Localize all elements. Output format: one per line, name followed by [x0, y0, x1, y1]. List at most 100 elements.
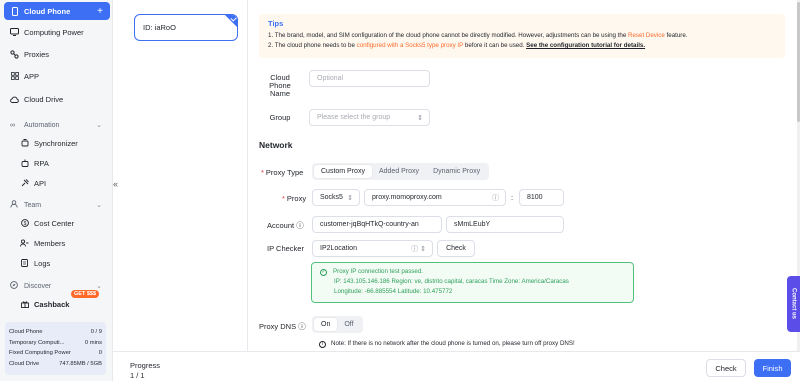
dns-on-option[interactable]: On: [314, 318, 338, 331]
device-id: ID: iaRoO: [143, 23, 176, 32]
tab-dynamic-proxy[interactable]: Dynamic Proxy: [426, 165, 487, 178]
sidebar-item-label: Cost Center: [34, 218, 75, 228]
name-label: Cloud Phone Name: [269, 73, 291, 98]
proxy-label: * Proxy: [282, 194, 307, 203]
dns-off-option[interactable]: Off: [337, 318, 360, 331]
tutorial-link[interactable]: See the configuration tutorial for detai…: [526, 42, 645, 49]
sidebar-item-api[interactable]: API: [4, 174, 110, 192]
sidebar-item-label: Proxies: [24, 49, 50, 59]
sidebar-item-label: Cloud Phone: [24, 6, 71, 16]
sidebar-item-synchronizer[interactable]: Synchronizer: [4, 134, 110, 152]
divider: [247, 0, 248, 351]
sidebar-item-computing-power[interactable]: Computing Power: [4, 23, 110, 41]
check-ip-button[interactable]: Check: [437, 240, 475, 257]
group-label: Group: [269, 113, 291, 122]
grid-icon: [10, 72, 19, 81]
account-username-input[interactable]: customer-jqBqHTkQ-country-an: [312, 216, 442, 233]
team-icon: [10, 200, 19, 210]
stat-temporary-computing: Temporary Computi... 0 mins: [9, 339, 102, 346]
info-icon: ⓘ: [492, 194, 499, 202]
chevron-updown-icon: ⇕: [417, 114, 423, 122]
chevron-down-icon: ⌄: [96, 283, 102, 290]
tab-added-proxy[interactable]: Added Proxy: [372, 165, 426, 178]
section-label: Automation: [24, 121, 60, 129]
proxy-test-result: ✓ Proxy IP connection test passed. IP: 14…: [311, 262, 634, 303]
device-card[interactable]: ID: iaRoO: [134, 14, 238, 41]
finish-button[interactable]: Finish: [754, 359, 791, 377]
members-icon: [20, 239, 29, 248]
sync-icon: [20, 139, 29, 148]
sidebar-item-label: API: [34, 178, 47, 188]
sidebar: Cloud Phone + Computing Power Proxies AP…: [0, 0, 113, 381]
proxy-type-tabs: Custom Proxy Added Proxy Dynamic Proxy: [312, 163, 490, 180]
sidebar-item-label: RPA: [34, 158, 49, 168]
progress-label: Progress: [130, 361, 161, 370]
sidebar-item-members[interactable]: Members: [4, 234, 110, 252]
compass-icon: [10, 281, 19, 291]
proxy-type-label: * Proxy Type: [261, 168, 304, 177]
sidebar-item-label: Cloud Drive: [24, 94, 64, 104]
sidebar-section-automation[interactable]: ∞ Automation ⌄: [4, 118, 110, 132]
proxy-host-input[interactable]: proxy.momoproxy.com ⓘ: [364, 189, 506, 206]
dollar-icon: $: [20, 219, 29, 228]
section-label: Team: [24, 201, 42, 209]
collapse-sidebar-icon[interactable]: «: [113, 179, 118, 189]
tab-custom-proxy[interactable]: Custom Proxy: [314, 165, 372, 178]
chevron-down-icon: ⌄: [96, 202, 102, 209]
sidebar-item-logs[interactable]: Logs: [4, 254, 110, 272]
sidebar-item-cashback[interactable]: Cashback GET $$$: [4, 290, 110, 313]
tip-line-1: 1. The brand, model, and SIM configurati…: [268, 32, 688, 39]
tips-title: Tips: [268, 19, 284, 28]
account-password-input[interactable]: sMmLEubY: [446, 216, 564, 233]
selected-check-icon: [224, 15, 237, 28]
usage-stats: Cloud Phone 0 / 9 Temporary Computi... 0 m…: [5, 322, 106, 375]
phone-name-input[interactable]: Optional: [309, 70, 430, 87]
sidebar-item-proxies[interactable]: Proxies: [4, 45, 110, 63]
reset-device-link[interactable]: Reset Device: [628, 32, 665, 39]
help-icon: ⓘ: [298, 322, 306, 331]
proxy-port-input[interactable]: 8100: [519, 189, 564, 206]
monitor-icon: [10, 28, 19, 37]
check-button[interactable]: Check: [706, 359, 746, 377]
info-icon: ⓘ: [296, 221, 304, 230]
info-icon: i: [319, 341, 326, 348]
stat-cloud-phone: Cloud Phone 0 / 9: [9, 329, 102, 336]
proxy-dns-toggle: On Off: [312, 316, 363, 333]
port-separator: :: [511, 193, 514, 202]
sidebar-item-rpa[interactable]: RPA: [4, 154, 110, 172]
cloud-icon: [10, 95, 19, 104]
sidebar-item-label: Logs: [34, 258, 51, 268]
sidebar-item-cloud-phone[interactable]: Cloud Phone +: [4, 2, 110, 20]
ip-checker-select[interactable]: IP2Location ⓘ ⇕: [312, 240, 433, 257]
ip-checker-label: IP Checker: [267, 244, 304, 253]
infinity-icon: ∞: [10, 121, 15, 129]
sidebar-item-cost-center[interactable]: $ Cost Center: [4, 214, 110, 232]
sidebar-item-label: Computing Power: [24, 27, 84, 37]
progress-value: 1 / 1: [130, 371, 145, 380]
account-label: Account ⓘ: [267, 221, 304, 230]
sidebar-item-label: Cashback: [34, 299, 70, 309]
network-title: Network: [259, 140, 293, 150]
add-icon[interactable]: +: [97, 6, 103, 17]
phone-icon: [10, 6, 19, 16]
info-chevron-icon: ⓘ ⇕: [411, 245, 426, 253]
tip-line-2: 2. The cloud phone needs to be configure…: [268, 42, 646, 49]
contact-us-tab[interactable]: Contact us: [787, 276, 800, 332]
sidebar-item-cloud-drive[interactable]: Cloud Drive: [4, 90, 110, 108]
stat-cloud-drive: Cloud Drive 747.85MB / 5GB: [9, 360, 102, 367]
sidebar-item-label: Members: [34, 238, 66, 248]
sidebar-item-app[interactable]: APP: [4, 67, 110, 85]
gift-icon: [20, 300, 29, 309]
svg-text:$: $: [23, 221, 26, 227]
footer-bar: Progress 1 / 1 Check Finish: [113, 351, 800, 381]
section-label: Discover: [24, 282, 52, 290]
chevron-updown-icon: ⇕: [347, 194, 353, 202]
api-icon: [20, 179, 29, 188]
group-select[interactable]: Please select the group ⇕: [309, 109, 430, 126]
sidebar-item-label: APP: [24, 71, 40, 81]
proxy-dns-label: Proxy DNS ⓘ: [259, 322, 306, 331]
proxy-protocol-select[interactable]: Socks5 ⇕: [312, 189, 360, 206]
chevron-down-icon: ⌄: [96, 122, 102, 129]
stat-fixed-computing: Fixed Computing Power 0: [9, 350, 102, 357]
sidebar-section-team[interactable]: Team ⌄: [4, 198, 110, 212]
